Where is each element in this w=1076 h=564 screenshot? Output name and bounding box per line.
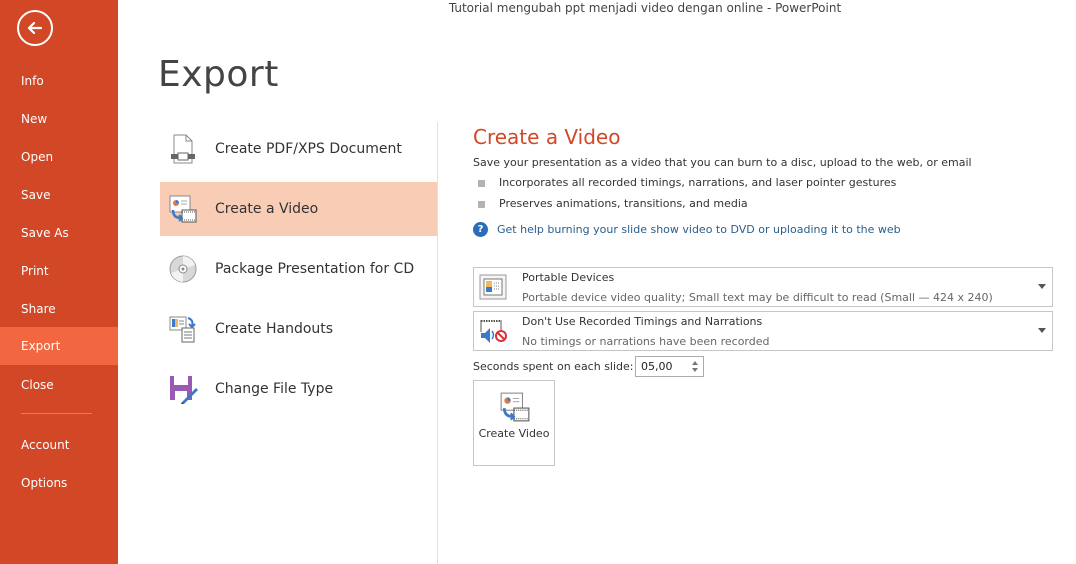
export-option-handouts[interactable]: Create Handouts: [160, 302, 437, 356]
create-video-label: Create Video: [478, 427, 550, 440]
export-option-package-cd[interactable]: Package Presentation for CD: [160, 242, 437, 296]
cd-icon: [168, 254, 198, 284]
sidebar-item-share[interactable]: Share: [0, 290, 118, 328]
sidebar-item-options[interactable]: Options: [0, 464, 118, 502]
panel-title: Create a Video: [473, 125, 621, 149]
create-video-button[interactable]: Create Video: [473, 380, 555, 466]
quality-selected: Portable Devices: [522, 271, 615, 284]
create-video-icon: [500, 392, 530, 422]
create-video-icon: [168, 194, 198, 224]
bullet-square-icon: [478, 179, 485, 187]
export-option-change-file-type[interactable]: Change File Type: [160, 362, 437, 416]
spin-up-icon[interactable]: [692, 361, 698, 365]
chevron-down-icon: [1038, 328, 1046, 333]
window-title: Tutorial mengubah ppt menjadi video deng…: [448, 1, 842, 15]
sidebar-item-account[interactable]: Account: [0, 426, 118, 464]
sidebar-item-info[interactable]: Info: [0, 62, 118, 100]
bullet-item: Incorporates all recorded timings, narra…: [473, 176, 896, 189]
timings-dropdown[interactable]: Don't Use Recorded Timings and Narration…: [473, 311, 1053, 351]
bullet-text: Preserves animations, transitions, and m…: [499, 197, 748, 210]
panel-description: Save your presentation as a video that y…: [473, 156, 972, 169]
page-title: Export: [158, 54, 279, 95]
bullet-text: Incorporates all recorded timings, narra…: [499, 176, 897, 189]
sidebar-item-print[interactable]: Print: [0, 252, 118, 290]
export-option-label: Create PDF/XPS Document: [215, 141, 402, 157]
timings-description: No timings or narrations have been recor…: [522, 335, 770, 348]
help-question-icon: ?: [473, 222, 488, 237]
bullet-item: Preserves animations, transitions, and m…: [473, 197, 748, 210]
help-link[interactable]: ? Get help burning your slide show video…: [473, 222, 901, 237]
chevron-down-icon: [1038, 284, 1046, 289]
seconds-label: Seconds spent on each slide:: [473, 360, 634, 373]
quality-description: Portable device video quality; Small tex…: [522, 291, 993, 304]
export-option-label: Create Handouts: [215, 321, 334, 337]
no-narration-icon: [480, 320, 507, 343]
sidebar-item-save[interactable]: Save: [0, 176, 118, 214]
sidebar-divider: [21, 413, 92, 414]
seconds-input[interactable]: [636, 357, 688, 376]
sidebar-item-new[interactable]: New: [0, 100, 118, 138]
portable-devices-icon: [479, 274, 507, 300]
seconds-spinner[interactable]: [635, 356, 704, 377]
export-option-label: Change File Type: [215, 381, 334, 397]
change-file-type-icon: [168, 374, 198, 404]
bullet-square-icon: [478, 200, 485, 208]
spin-down-icon[interactable]: [692, 368, 698, 372]
sidebar-item-save-as[interactable]: Save As: [0, 214, 118, 252]
export-option-label: Create a Video: [215, 201, 319, 217]
export-option-label: Package Presentation for CD: [215, 261, 415, 277]
panel-divider: [437, 122, 438, 564]
export-option-create-video[interactable]: Create a Video: [160, 182, 437, 236]
sidebar-item-open[interactable]: Open: [0, 138, 118, 176]
handouts-icon: [168, 314, 198, 344]
sidebar-item-export[interactable]: Export: [0, 327, 118, 365]
timings-selected: Don't Use Recorded Timings and Narration…: [522, 315, 763, 328]
back-arrow-icon: [27, 21, 43, 35]
sidebar-item-close[interactable]: Close: [0, 366, 118, 404]
help-link-text[interactable]: Get help burning your slide show video t…: [497, 223, 901, 236]
pdf-document-icon: [168, 134, 198, 164]
export-option-pdf-xps[interactable]: Create PDF/XPS Document: [160, 122, 437, 176]
backstage-sidebar: Info New Open Save Save As Print Share E…: [0, 0, 118, 564]
video-quality-dropdown[interactable]: Portable Devices Portable device video q…: [473, 267, 1053, 307]
